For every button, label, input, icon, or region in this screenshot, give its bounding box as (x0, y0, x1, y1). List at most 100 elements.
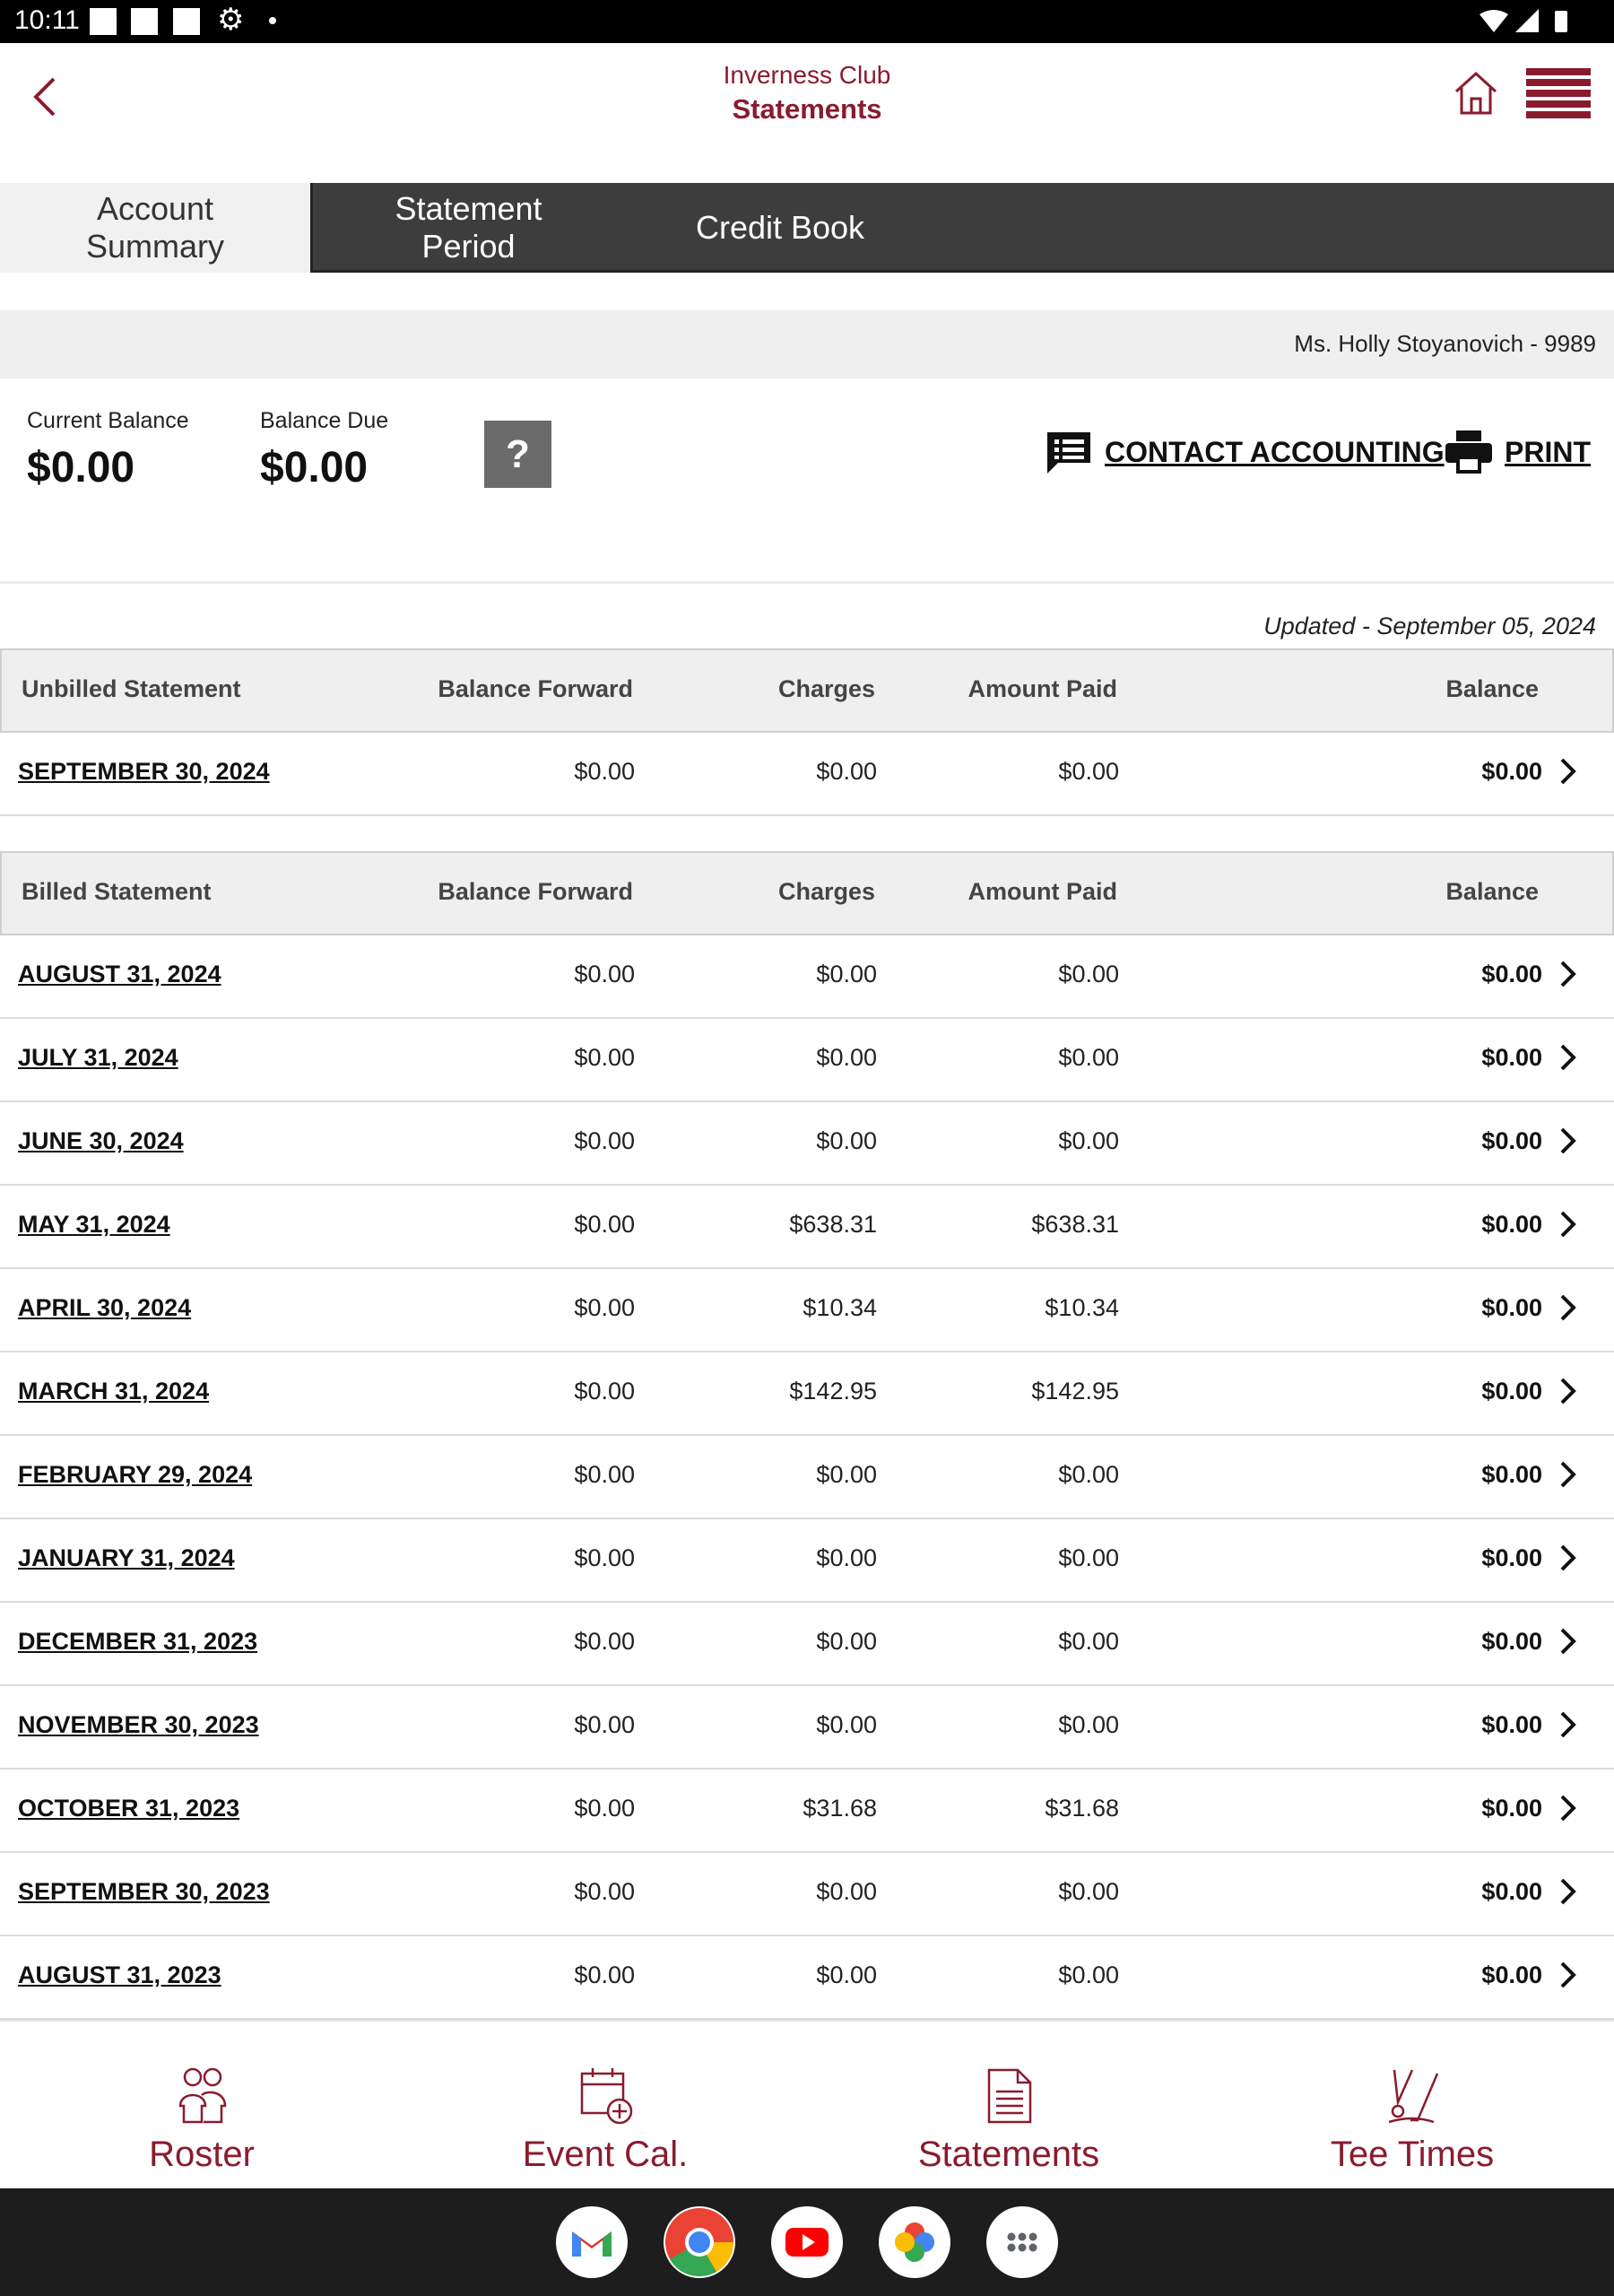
amount-paid-value: $10.34 (1045, 1294, 1119, 1321)
charges-value: $31.68 (803, 1795, 877, 1822)
statement-row[interactable]: OCTOBER 31, 2023 $0.00 $31.68 $31.68 $0.00 (0, 1770, 1614, 1853)
chevron-right-icon[interactable] (1558, 1126, 1578, 1156)
statement-row[interactable]: SEPTEMBER 30, 2023 $0.00 $0.00 $0.00 $0.00 (0, 1853, 1614, 1936)
amount-paid-value: $0.00 (1058, 1127, 1119, 1154)
statement-date-link[interactable]: MAY 31, 2024 (18, 1211, 170, 1239)
nav-label: Tee Times (1330, 2135, 1495, 2174)
column-header-charges: Charges (777, 878, 875, 905)
chevron-right-icon[interactable] (1558, 1543, 1578, 1573)
statement-row[interactable]: AUGUST 31, 2024 $0.00 $0.00 $0.00 $0.00 (0, 935, 1614, 1019)
chevron-right-icon[interactable] (1558, 1042, 1578, 1073)
notification-icon (173, 8, 200, 35)
balance-value: $0.00 (1481, 1961, 1542, 1988)
home-icon[interactable] (1451, 68, 1501, 118)
gmail-icon[interactable] (556, 2206, 628, 2278)
statement-row[interactable]: MAY 31, 2024 $0.00 $638.31 $638.31 $0.00 (0, 1186, 1614, 1269)
amount-paid-value: $0.00 (1058, 1628, 1119, 1655)
statement-date-link[interactable]: JANUARY 31, 2024 (18, 1544, 235, 1572)
amount-paid-value: $0.00 (1058, 758, 1119, 785)
balance-value: $0.00 (1481, 1795, 1542, 1822)
youtube-icon[interactable] (771, 2206, 843, 2278)
tab-account-summary[interactable]: Account Summary (0, 183, 310, 273)
print-button[interactable]: PRINT (1444, 429, 1591, 475)
column-header-amount-paid: Amount Paid (968, 878, 1118, 905)
statement-date-link[interactable]: MARCH 31, 2024 (18, 1378, 209, 1405)
column-header-charges: Charges (777, 675, 875, 702)
charges-value: $638.31 (789, 1211, 877, 1238)
statement-row[interactable]: JUNE 30, 2024 $0.00 $0.00 $0.00 $0.00 (0, 1102, 1614, 1186)
divider (0, 581, 1614, 584)
current-balance-label: Current Balance (27, 408, 189, 433)
help-button[interactable]: ? (484, 421, 551, 488)
nav-roster[interactable]: Roster (0, 2022, 404, 2190)
statement-date-link[interactable]: OCTOBER 31, 2023 (18, 1795, 239, 1822)
balance-due-value: $0.00 (260, 444, 369, 491)
amount-paid-value: $0.00 (1058, 961, 1119, 987)
statement-date-link[interactable]: DECEMBER 31, 2023 (18, 1628, 257, 1656)
statement-date-link[interactable]: SEPTEMBER 30, 2024 (18, 758, 270, 786)
tab-credit-book[interactable]: Credit Book (628, 183, 933, 273)
balance-value: $0.00 (1481, 1544, 1542, 1571)
statement-row[interactable]: AUGUST 31, 2023 $0.00 $0.00 $0.00 $0.00 (0, 1936, 1614, 2020)
tab-label: Account Summary (85, 190, 225, 265)
chevron-right-icon[interactable] (1558, 1960, 1578, 1990)
chevron-right-icon[interactable] (1558, 959, 1578, 989)
statement-date-link[interactable]: JUNE 30, 2024 (18, 1127, 184, 1155)
nav-statements[interactable]: Statements (807, 2022, 1210, 2190)
statement-date-link[interactable]: FEBRUARY 29, 2024 (18, 1461, 252, 1489)
statement-date-link[interactable]: AUGUST 31, 2023 (18, 1961, 221, 1989)
amount-paid-value: $0.00 (1058, 1544, 1119, 1571)
statement-row[interactable]: NOVEMBER 30, 2023 $0.00 $0.00 $0.00 $0.00 (0, 1686, 1614, 1770)
statement-row[interactable]: JULY 31, 2024 $0.00 $0.00 $0.00 $0.00 (0, 1019, 1614, 1102)
charges-value: $0.00 (816, 1461, 877, 1488)
statement-row[interactable]: SEPTEMBER 30, 2024 $0.00 $0.00 $0.00 $0.00 (0, 733, 1614, 816)
statement-date-link[interactable]: JULY 31, 2024 (18, 1044, 178, 1072)
status-time: 10:11 (14, 5, 80, 35)
contact-accounting-button[interactable]: CONTACT ACCOUNTING (1046, 429, 1445, 475)
nav-event-calendar[interactable]: Event Cal. (404, 2022, 807, 2190)
member-bar: Ms. Holly Stoyanovich - 9989 (0, 310, 1614, 378)
chevron-right-icon[interactable] (1558, 1876, 1578, 1907)
chevron-right-icon[interactable] (1558, 1376, 1578, 1406)
statement-row[interactable]: FEBRUARY 29, 2024 $0.00 $0.00 $0.00 $0.00 (0, 1436, 1614, 1519)
chevron-right-icon[interactable] (1558, 1626, 1578, 1657)
column-header-amount-paid: Amount Paid (968, 675, 1118, 702)
statement-date-link[interactable]: NOVEMBER 30, 2023 (18, 1711, 259, 1739)
statements-icon (987, 2068, 1032, 2124)
photos-icon[interactable] (879, 2206, 950, 2278)
statement-row[interactable]: JANUARY 31, 2024 $0.00 $0.00 $0.00 $0.00 (0, 1519, 1614, 1603)
nav-tee-times[interactable]: Tee Times (1210, 2022, 1614, 2190)
statement-date-link[interactable]: APRIL 30, 2024 (18, 1294, 191, 1322)
statement-date-link[interactable]: AUGUST 31, 2024 (18, 961, 221, 988)
unbilled-table-header: Unbilled Statement Balance Forward Charg… (0, 648, 1614, 733)
amount-paid-value: $0.00 (1058, 1878, 1119, 1905)
chevron-right-icon[interactable] (1558, 1209, 1578, 1239)
chevron-right-icon[interactable] (1558, 1709, 1578, 1740)
app-drawer-icon[interactable] (986, 2206, 1058, 2278)
billed-table-header: Billed Statement Balance Forward Charges… (0, 851, 1614, 935)
chevron-right-icon[interactable] (1558, 1459, 1578, 1490)
chevron-right-icon[interactable] (1558, 756, 1578, 787)
statement-date-link[interactable]: SEPTEMBER 30, 2023 (18, 1878, 270, 1906)
event-calendar-icon (580, 2068, 633, 2125)
charges-value: $0.00 (816, 1711, 877, 1738)
status-bar: 10:11 ⚙ (0, 0, 1614, 43)
current-balance-value: $0.00 (27, 444, 135, 491)
settings-icon: ⚙ (217, 3, 245, 37)
tab-statement-period[interactable]: Statement Period (310, 183, 624, 273)
menu-icon[interactable] (1526, 68, 1591, 120)
chrome-icon[interactable] (664, 2206, 735, 2278)
tee-times-icon (1388, 2069, 1439, 2124)
statement-row[interactable]: DECEMBER 31, 2023 $0.00 $0.00 $0.00 $0.00 (0, 1603, 1614, 1686)
balance-forward-value: $0.00 (574, 1544, 635, 1571)
chevron-right-icon[interactable] (1558, 1292, 1578, 1323)
statement-tabs: Account Summary Statement Period Credit … (0, 183, 1614, 273)
system-status-icons (1480, 9, 1567, 32)
statement-row[interactable]: MARCH 31, 2024 $0.00 $142.95 $142.95 $0.00 (0, 1352, 1614, 1436)
balance-due-label: Balance Due (260, 408, 389, 433)
statement-row[interactable]: APRIL 30, 2024 $0.00 $10.34 $10.34 $0.00 (0, 1269, 1614, 1352)
amount-paid-value: $0.00 (1058, 1711, 1119, 1738)
balance-value: $0.00 (1481, 1044, 1542, 1071)
chevron-right-icon[interactable] (1558, 1793, 1578, 1823)
chat-icon (1047, 432, 1090, 474)
